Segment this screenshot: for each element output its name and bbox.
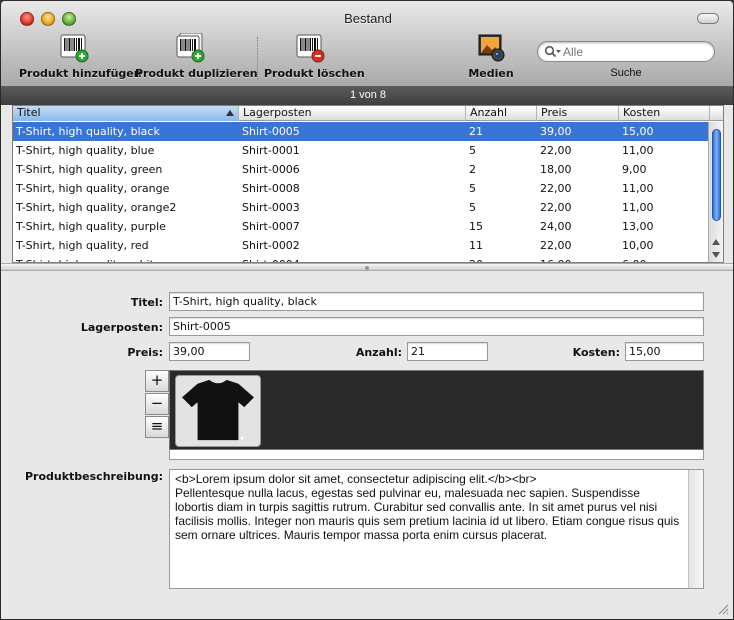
image-browser-footer [169,450,704,460]
add-image-button[interactable]: + [145,370,169,392]
barcode-duplicate-icon [176,33,205,63]
search-field[interactable] [537,41,715,62]
column-header-corner [710,106,723,121]
scroll-down-arrow-icon[interactable] [712,252,720,258]
split-view-divider[interactable] [1,263,733,271]
table-row[interactable]: T-Shirt, high quality, white Shirt-0004 … [13,255,710,262]
image-menu-button[interactable]: ≡ [145,416,169,438]
media-icon [478,34,505,62]
table-body: T-Shirt, high quality, black Shirt-0005 … [13,122,710,262]
description-textarea[interactable]: <b>Lorem ipsum dolor sit amet, consectet… [169,469,704,589]
tshirt-image [182,379,254,441]
cost-field[interactable] [625,342,704,361]
table-scrollbar[interactable] [708,122,723,262]
title-field[interactable] [169,292,704,311]
sku-field[interactable] [169,317,704,336]
media-label: Medien [468,67,514,80]
title-label: Titel: [130,296,163,309]
description-label: Produktbeschreibung: [24,470,163,483]
table-row[interactable]: T-Shirt, high quality, orange Shirt-0008… [13,179,710,198]
cost-input[interactable] [629,343,703,360]
delete-product-label: Produkt löschen [264,67,365,80]
toolbar-toggle-button[interactable] [697,13,719,24]
sort-ascending-icon [226,110,234,116]
toolbar: Bestand Produkt hinzufügen Produkt dupli… [1,1,733,87]
price-label: Preis: [127,346,163,359]
sku-input[interactable] [173,318,703,335]
product-image-thumbnail[interactable] [175,375,261,447]
image-browser[interactable] [169,370,704,450]
table-header: Titel Lagerposten Anzahl Preis Kosten [13,106,723,121]
search-label: Suche [610,67,642,79]
search-icon [544,45,561,58]
scrollbar-thumb[interactable] [712,129,721,221]
search-input[interactable] [563,44,708,59]
product-table: Titel Lagerposten Anzahl Preis Kosten T-… [12,105,724,263]
quantity-input[interactable] [411,343,487,360]
table-row[interactable]: T-Shirt, high quality, orange2 Shirt-000… [13,198,710,217]
column-header-cost[interactable]: Kosten [619,106,710,121]
resize-grip-icon[interactable] [717,603,729,615]
duplicate-product-label: Produkt duplizieren [135,67,258,80]
column-header-quantity[interactable]: Anzahl [466,106,537,121]
table-row[interactable]: T-Shirt, high quality, black Shirt-0005 … [13,122,710,141]
title-input[interactable] [173,293,703,310]
price-field[interactable] [169,342,250,361]
price-input[interactable] [173,343,249,360]
description-text: <b>Lorem ipsum dolor sit amet, consectet… [175,472,680,542]
pagination-status: 1 von 8 [1,87,733,105]
quantity-field[interactable] [407,342,488,361]
sku-label: Lagerposten: [80,321,163,334]
description-scrollbar[interactable] [688,470,703,588]
table-row[interactable]: T-Shirt, high quality, green Shirt-0006 … [13,160,710,179]
barcode-add-icon [60,34,89,63]
toolbar-separator [257,37,258,79]
inventory-window: Bestand Produkt hinzufügen Produkt dupli… [0,0,734,620]
remove-image-button[interactable]: − [145,393,169,415]
quantity-label: Anzahl: [355,346,402,359]
table-row[interactable]: T-Shirt, high quality, purple Shirt-0007… [13,217,710,236]
cost-label: Kosten: [572,346,620,359]
divider-grip-icon [365,266,369,270]
barcode-delete-icon [296,34,325,63]
column-header-title[interactable]: Titel [13,106,239,121]
add-product-label: Produkt hinzufügen [19,67,142,80]
table-row[interactable]: T-Shirt, high quality, red Shirt-0002 11… [13,236,710,255]
column-header-price[interactable]: Preis [537,106,619,121]
column-header-sku[interactable]: Lagerposten [239,106,466,121]
table-row[interactable]: T-Shirt, high quality, blue Shirt-0001 5… [13,141,710,160]
scroll-up-arrow-icon[interactable] [712,239,720,245]
window-title: Bestand [344,11,392,26]
